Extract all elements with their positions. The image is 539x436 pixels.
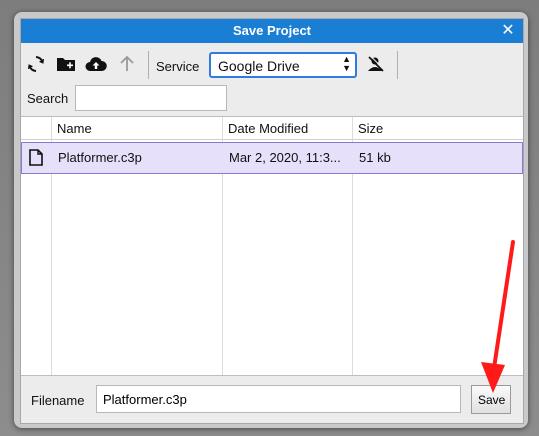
annotation-arrow [481,240,515,393]
